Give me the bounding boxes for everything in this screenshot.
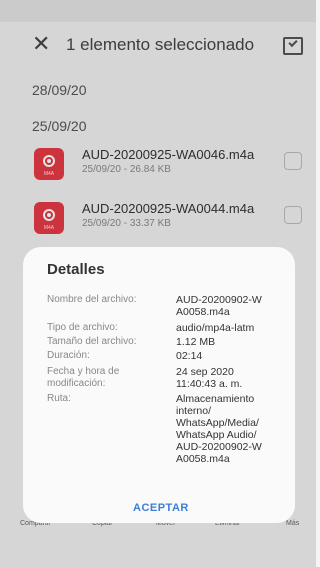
dialog-title: Detalles bbox=[47, 261, 105, 278]
detail-value: Almacenamiento interno/ WhatsApp/Media/ … bbox=[176, 393, 262, 465]
accept-button[interactable]: ACEPTAR bbox=[133, 502, 189, 514]
detail-label: Ruta: bbox=[47, 393, 71, 404]
detail-label: Nombre del archivo: bbox=[47, 294, 137, 305]
detail-label: Fecha y hora de modificación: bbox=[47, 366, 120, 389]
detail-value: audio/mp4a-latm bbox=[176, 322, 255, 334]
detail-label: Tipo de archivo: bbox=[47, 322, 118, 333]
detail-value: AUD-20200902-W A0058.m4a bbox=[176, 294, 262, 318]
detail-value: 24 sep 2020 11:40:43 a. m. bbox=[176, 366, 243, 390]
detail-value: 1.12 MB bbox=[176, 336, 216, 348]
detail-label: Tamaño del archivo: bbox=[47, 336, 137, 347]
detail-value: 02:14 bbox=[176, 350, 203, 362]
details-dialog: Detalles Nombre del archivo: AUD-2020090… bbox=[23, 247, 295, 523]
detail-label: Duración: bbox=[47, 350, 90, 361]
